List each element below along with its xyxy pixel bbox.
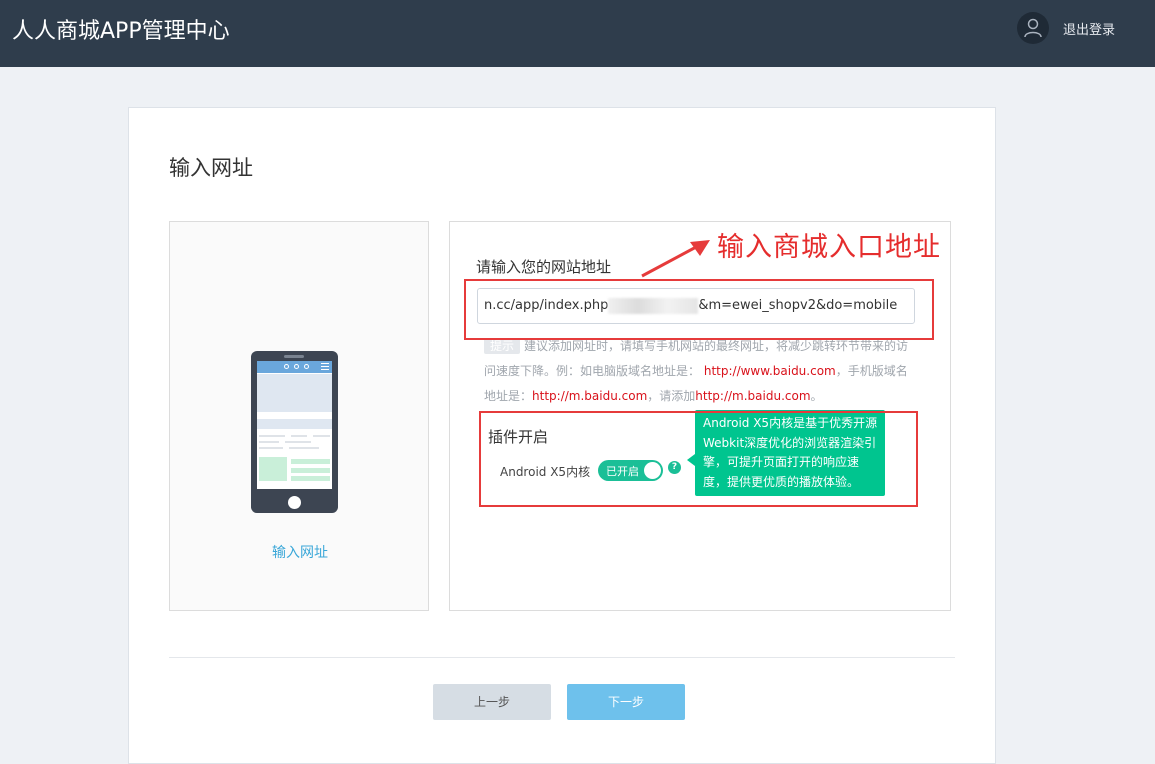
x5-tooltip: Android X5内核是基于优秀开源Webkit深度优化的浏览器渲染引擎，可提… bbox=[687, 410, 885, 496]
footer-divider bbox=[169, 657, 955, 658]
logout-link[interactable]: 退出登录 bbox=[1063, 19, 1115, 38]
url-value-start: n.cc/app/index.php bbox=[484, 298, 609, 313]
x5-kernel-label: Android X5内核 bbox=[500, 465, 591, 479]
phone-caption: 输入网址 bbox=[272, 545, 328, 561]
hint-end: 。 bbox=[810, 389, 823, 403]
top-header: 人人商城APP管理中心 退出登录 bbox=[0, 0, 1155, 67]
phone-icon bbox=[251, 351, 338, 513]
next-step-button[interactable]: 下一步 bbox=[567, 684, 685, 720]
x5-kernel-toggle[interactable]: 已开启 bbox=[598, 460, 663, 481]
app-title: 人人商城APP管理中心 bbox=[12, 19, 230, 44]
toggle-state-text: 已开启 bbox=[606, 465, 639, 478]
help-icon[interactable]: ? bbox=[668, 461, 681, 474]
annotation-label: 输入商城入口地址 bbox=[717, 232, 941, 263]
hint-link-mobile[interactable]: http://m.baidu.com bbox=[532, 389, 647, 403]
main-card: 输入网址 输入网址 请输入您的网站地址 n.cc/app/index.php &… bbox=[128, 107, 996, 764]
prev-step-button[interactable]: 上一步 bbox=[433, 684, 551, 720]
phone-preview-panel: 输入网址 bbox=[169, 221, 429, 611]
hint-mid2: ，请添加 bbox=[647, 389, 696, 403]
hint-link-www[interactable]: http://www.baidu.com bbox=[704, 364, 836, 378]
plugin-section-title: 插件开启 bbox=[488, 428, 549, 446]
url-label: 请输入您的网站地址 bbox=[476, 258, 612, 276]
user-icon[interactable] bbox=[1017, 12, 1049, 44]
toggle-knob bbox=[644, 462, 661, 479]
hint-tag: 提示 bbox=[484, 338, 521, 354]
page-title: 输入网址 bbox=[169, 156, 253, 180]
url-input[interactable]: n.cc/app/index.php &m=ewei_shopv2&do=mobi… bbox=[477, 288, 915, 324]
hint-link-mobile-2[interactable]: http://m.baidu.com bbox=[695, 389, 810, 403]
annotation-arrow-icon bbox=[641, 240, 710, 278]
url-hint: 提示 建议添加网址时，请填写手机网站的最终网址，将减少跳转环节带来的访问速度下降。… bbox=[484, 334, 914, 409]
url-value-end: &m=ewei_shopv2&do=mobile bbox=[698, 298, 898, 313]
